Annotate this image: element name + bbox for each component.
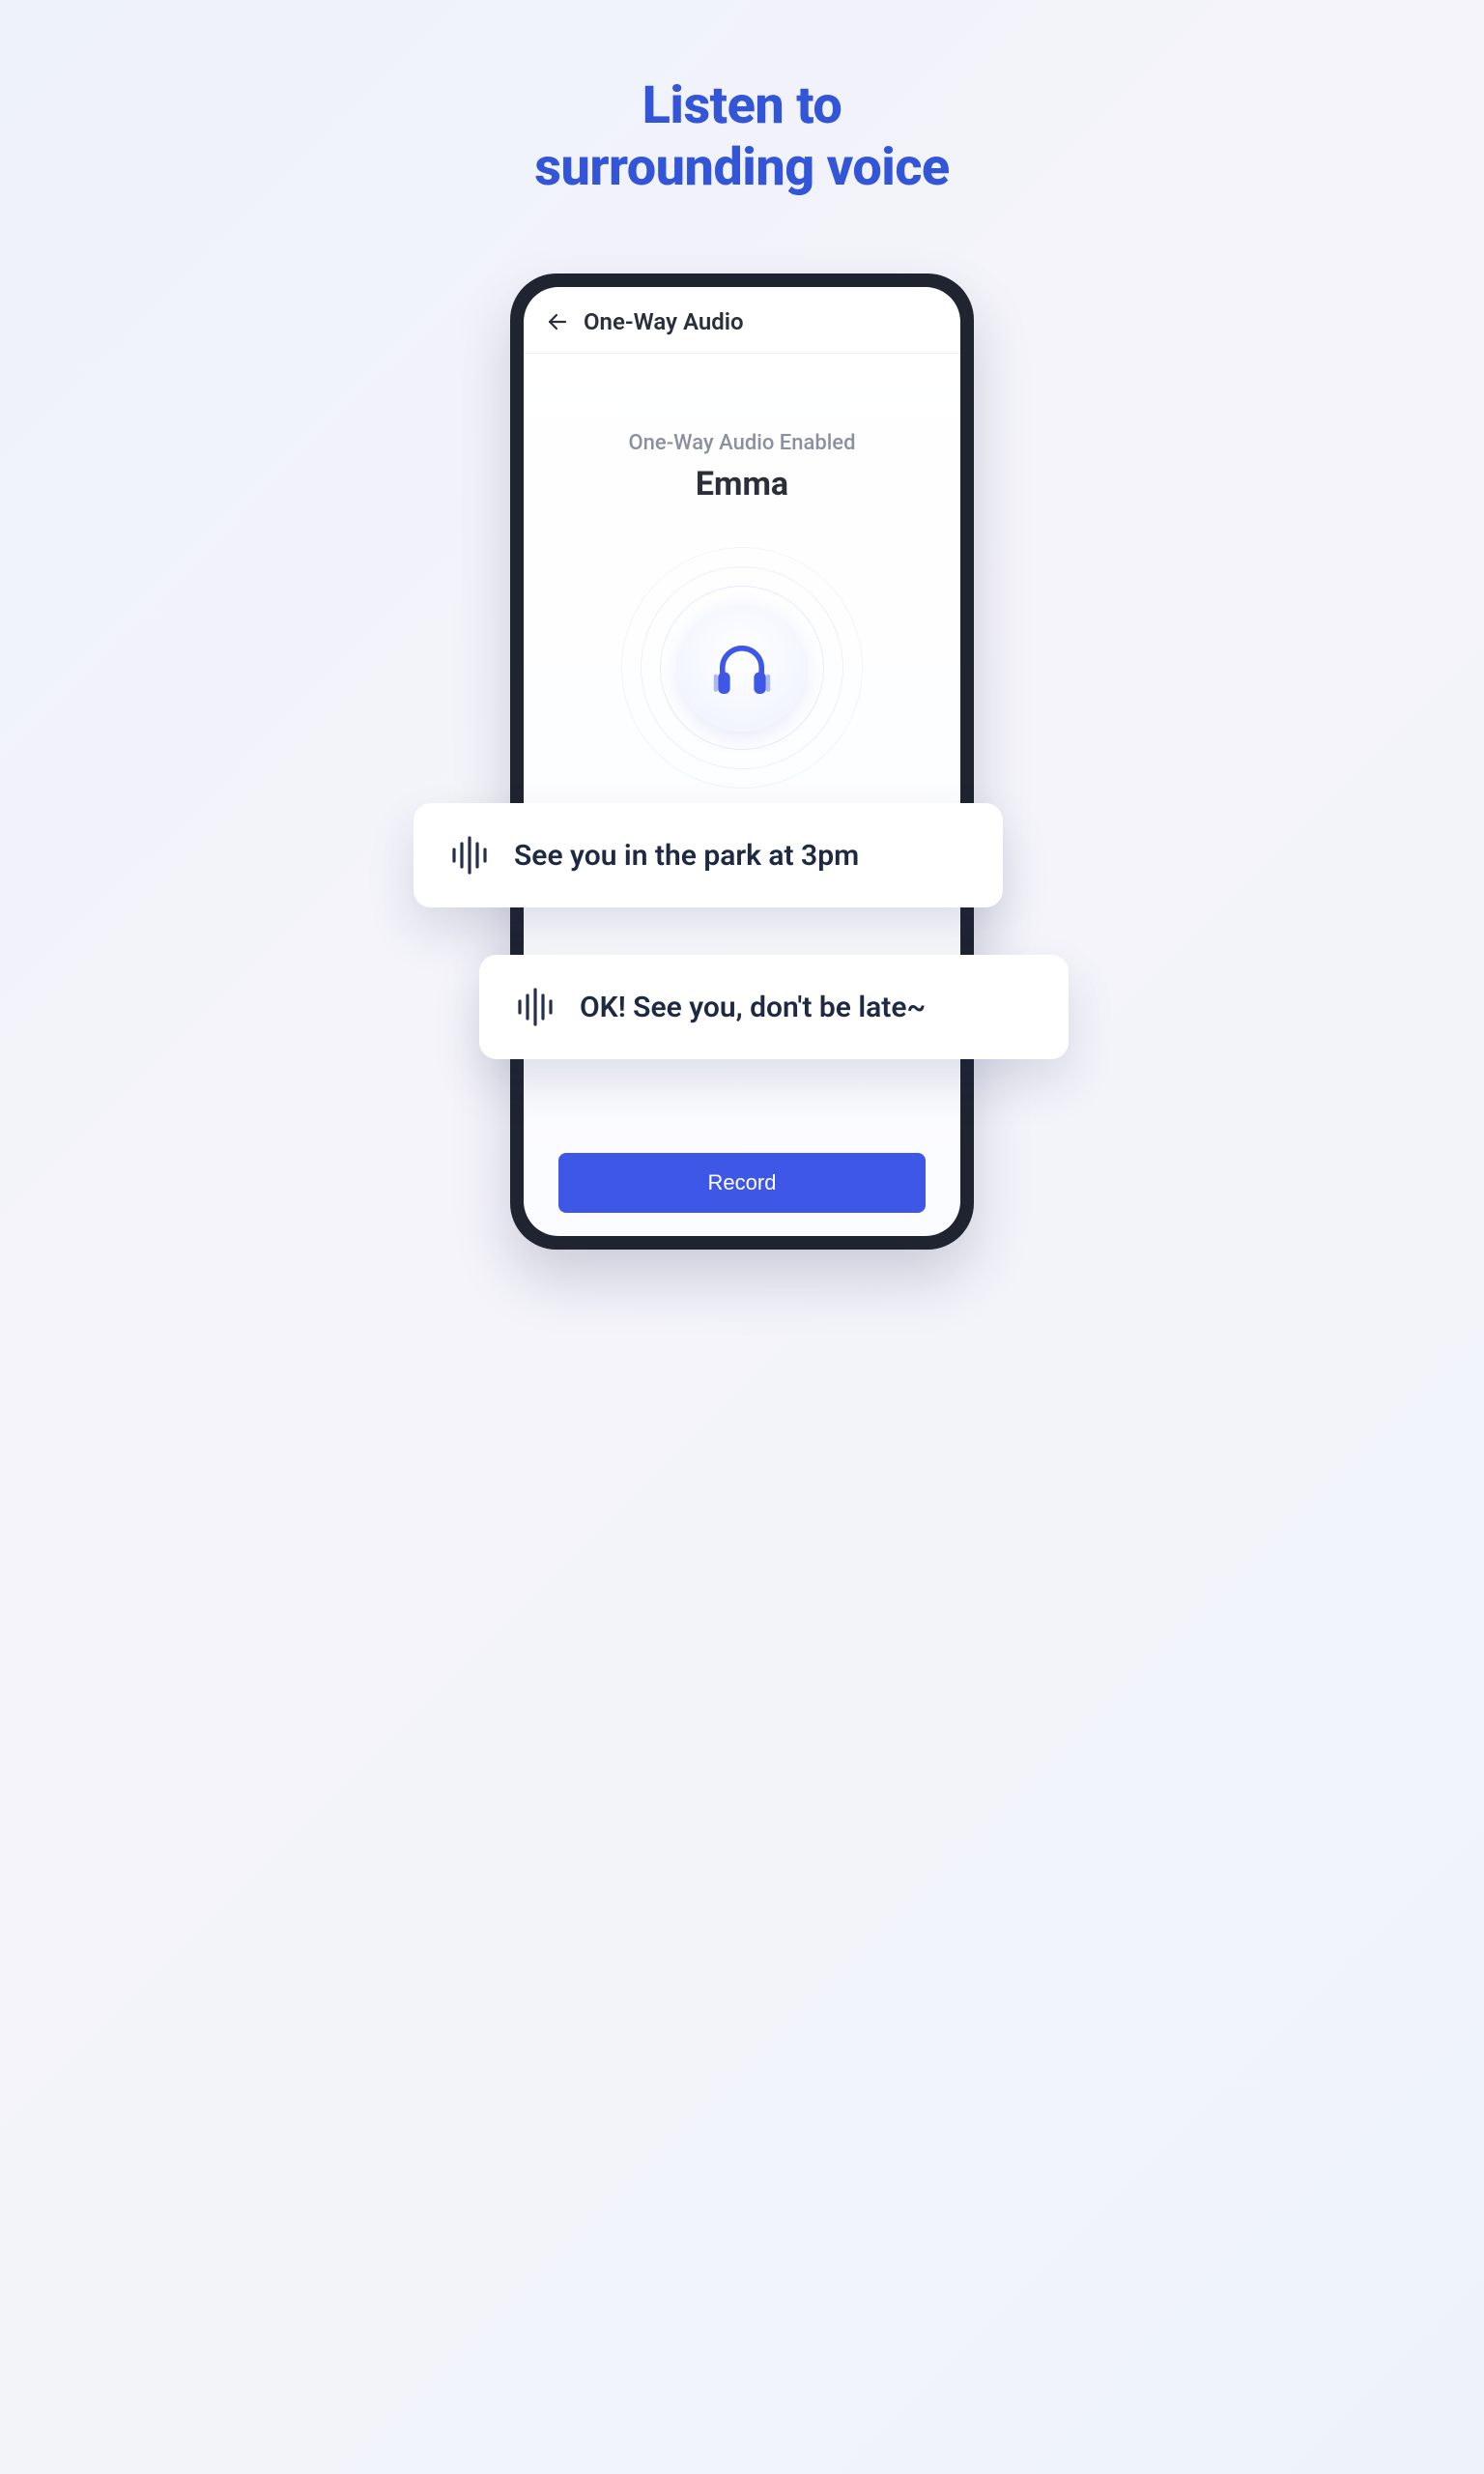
contact-name: Emma bbox=[524, 465, 960, 503]
screen-content: One-Way Audio Enabled Emma bbox=[524, 354, 960, 793]
transcript-card: OK! See you, don't be late~ bbox=[479, 955, 1069, 1059]
listening-circle bbox=[678, 604, 806, 732]
promo-title-line1: Listen to bbox=[642, 75, 842, 136]
record-button-label: Record bbox=[708, 1170, 777, 1195]
transcript-text: See you in the park at 3pm bbox=[514, 839, 859, 873]
app-header: One-Way Audio bbox=[524, 287, 960, 354]
soundwave-icon bbox=[450, 836, 493, 875]
audio-status-text: One-Way Audio Enabled bbox=[524, 431, 960, 455]
record-button[interactable]: Record bbox=[558, 1153, 926, 1213]
headphones-icon bbox=[707, 633, 777, 703]
transcript-card: See you in the park at 3pm bbox=[414, 803, 1003, 907]
phone-screen: One-Way Audio One-Way Audio Enabled Emma bbox=[524, 287, 960, 1236]
soundwave-icon bbox=[516, 988, 558, 1026]
transcript-text: OK! See you, don't be late~ bbox=[580, 991, 926, 1024]
listening-indicator bbox=[616, 542, 868, 793]
phone-frame: One-Way Audio One-Way Audio Enabled Emma bbox=[510, 273, 974, 1250]
arrow-left-icon bbox=[546, 310, 569, 333]
back-button[interactable] bbox=[545, 309, 570, 334]
promo-title-line2: surrounding voice bbox=[534, 137, 949, 198]
promo-title: Listen to surrounding voice bbox=[0, 0, 1484, 198]
phone-area: One-Way Audio One-Way Audio Enabled Emma bbox=[336, 273, 1148, 1250]
app-header-title: One-Way Audio bbox=[584, 308, 744, 335]
